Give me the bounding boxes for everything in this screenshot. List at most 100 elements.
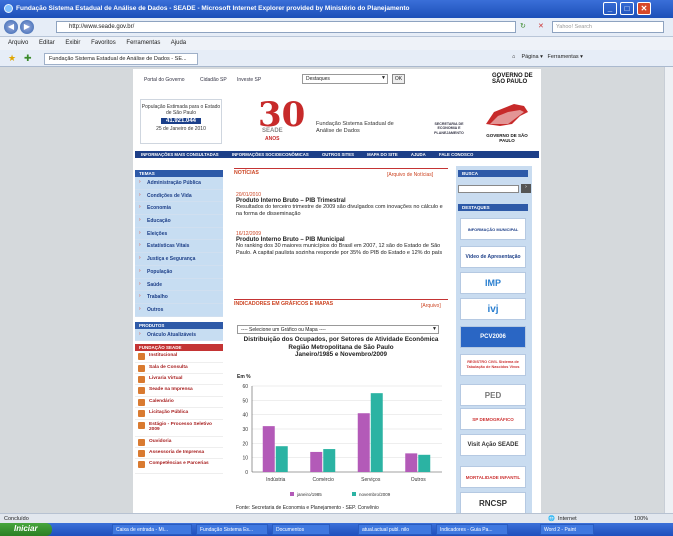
menu-ferramentas[interactable]: Ferramentas xyxy=(126,40,160,46)
destaque-banner[interactable]: IMP xyxy=(460,272,526,294)
sidebar-item-outros[interactable]: Outros xyxy=(135,303,223,317)
estagio-icon xyxy=(138,421,145,429)
taskbar-item[interactable]: Indicadores - Guia Pa... xyxy=(436,524,508,535)
sidebar-item-sala-consulta[interactable]: Sala de Consulta xyxy=(135,363,223,375)
sidebar-item-economia[interactable]: Economia xyxy=(135,202,223,216)
sidebar-item-institucional[interactable]: Institucional xyxy=(135,351,223,363)
arquivo-link[interactable]: [Arquivo] xyxy=(421,303,441,309)
globe-icon: 🌐 xyxy=(548,516,555,522)
sidebar-item-assessoria[interactable]: Assessoria de Imprensa xyxy=(135,448,223,460)
menu-exibir[interactable]: Exibir xyxy=(65,40,80,46)
institucional-label: Institucional xyxy=(149,353,178,359)
taskbar-item[interactable]: Fundação Sistema Es... xyxy=(196,524,268,535)
home-icon[interactable]: ⌂ xyxy=(512,54,515,60)
ok-button[interactable]: OK xyxy=(392,74,405,84)
close-button[interactable]: ✕ xyxy=(637,2,651,15)
imprensa-label: Seade na Imprensa xyxy=(149,387,193,393)
legend-swatch xyxy=(290,492,294,496)
destaque-banner[interactable]: PCV2006 xyxy=(460,326,526,348)
sidebar-item-eleicoes[interactable]: Eleições xyxy=(135,227,223,241)
destaque-banner[interactable]: SP DEMOGRÁFICO xyxy=(460,408,526,430)
start-button[interactable]: Iniciar xyxy=(0,523,52,536)
sidebar-item-ouvidoria[interactable]: Ouvidoria xyxy=(135,437,223,448)
chart-period: Janeiro/1985 e Novembro/2009 xyxy=(294,351,388,358)
nav-mapa-site[interactable]: MAPA DO SITE xyxy=(367,152,398,157)
arquivo-noticias-link[interactable]: [Arquivo de Notícias] xyxy=(387,172,433,178)
taskbar-item[interactable]: Caixa de entrada - Mi... xyxy=(112,524,192,535)
sidebar-item-condicoes-vida[interactable]: Condições de Vida xyxy=(135,189,223,203)
destaque-banner[interactable]: REGISTRO CIVIL Sistema de Tabulação de N… xyxy=(460,354,526,376)
governo-sp-logo[interactable]: GOVERNO DE SÃO PAULO xyxy=(492,73,536,85)
menu-ajuda[interactable]: Ajuda xyxy=(171,40,186,46)
refresh-icon[interactable]: ↻ xyxy=(520,22,526,30)
sidebar-item-licitacao[interactable]: Licitação Pública xyxy=(135,408,223,420)
forward-button[interactable]: ▶ xyxy=(20,20,34,34)
sidebar-item-imprensa[interactable]: Seade na Imprensa xyxy=(135,385,223,397)
add-favorite-icon[interactable]: ✚ xyxy=(24,53,32,64)
bar xyxy=(310,451,323,472)
sidebar-item-saude[interactable]: Saúde xyxy=(135,278,223,292)
sidebar-item-educacao[interactable]: Educação xyxy=(135,215,223,228)
nav-outros-sites[interactable]: OUTROS SITES xyxy=(322,152,354,157)
noticias-rule xyxy=(234,168,448,169)
page-menu[interactable]: Página xyxy=(521,54,538,60)
back-button[interactable]: ◀ xyxy=(4,20,18,34)
nav-ajuda[interactable]: AJUDA xyxy=(411,152,426,157)
taskbar-item[interactable]: Word 2 - Paint xyxy=(540,524,594,535)
menu-editar[interactable]: Editar xyxy=(39,40,55,46)
destaque-banner[interactable]: INFORMAÇÃO MUNICIPAL xyxy=(460,218,526,240)
address-input[interactable]: http://www.seade.gov.br/ xyxy=(56,21,516,33)
destaque-banner[interactable]: RNCSP xyxy=(460,492,526,514)
vertical-scrollbar[interactable] xyxy=(664,67,673,513)
destaque-banner[interactable]: ivj xyxy=(460,298,526,320)
menu-arquivo[interactable]: Arquivo xyxy=(8,40,28,46)
x-tick-label: Serviços xyxy=(361,477,381,483)
sidebar-item-justica[interactable]: Justiça e Segurança xyxy=(135,253,223,266)
population-box: População Estimada para o Estado de São … xyxy=(140,99,222,144)
sidebar-item-estagio[interactable]: Estágio - Processo Seletivo 2009 xyxy=(135,420,223,437)
chart-source: Fonte: Secretaria de Economia e Planejam… xyxy=(236,505,379,511)
maximize-button[interactable]: □ xyxy=(620,2,634,15)
sidebar-item-populacao[interactable]: População xyxy=(135,265,223,279)
nav-fale-conosco[interactable]: FALE CONOSCO xyxy=(439,152,473,157)
zoom-level[interactable]: 100% xyxy=(634,516,648,522)
destaques-select[interactable]: Destaques ▼ xyxy=(302,74,388,84)
ouvidoria-label: Ouvidoria xyxy=(149,438,172,444)
busca-input[interactable] xyxy=(458,185,519,193)
command-bar: ⌂ Página ▾ Ferramentas ▾ xyxy=(512,54,583,60)
licitacao-icon xyxy=(138,410,145,418)
sidebar-item-trabalho[interactable]: Trabalho xyxy=(135,291,223,304)
sidebar-item-calendario[interactable]: Calendário xyxy=(135,397,223,409)
taskbar-item[interactable]: atual.actual publ. nilo xyxy=(358,524,432,535)
stop-icon[interactable]: ✕ xyxy=(538,22,544,30)
sidebar-item-livraria[interactable]: Livraria Virtual xyxy=(135,374,223,386)
destaque-banner[interactable]: PED xyxy=(460,384,526,406)
busca-button[interactable]: › xyxy=(521,184,531,193)
destaque-banner[interactable]: Vídeo de Apresentação xyxy=(460,246,526,268)
search-input[interactable]: Yahoo! Search xyxy=(552,21,664,33)
nav-socioeconomicas[interactable]: INFORMAÇÕES SOCIOECONÔMICAS xyxy=(232,152,309,157)
sidebar-item-produtos[interactable]: Oráculo Atualizáveis xyxy=(135,328,223,342)
sidebar-item-estatisticas-vitais[interactable]: Estatísticas Vitais xyxy=(135,240,223,254)
menu-favoritos[interactable]: Favoritos xyxy=(91,40,116,46)
nav-mais-consultadas[interactable]: INFORMAÇÕES MAIS CONSULTADAS xyxy=(141,152,219,157)
taskbar-item[interactable]: Documentos xyxy=(272,524,330,535)
x-tick-label: Outros xyxy=(411,477,427,483)
tools-menu[interactable]: Ferramentas xyxy=(547,54,578,60)
link-portal-governo[interactable]: Portal do Governo xyxy=(144,77,185,83)
destaque-banner[interactable]: Visit Ação SEADE xyxy=(460,434,526,456)
sidebar-item-administracao[interactable]: Administração Pública xyxy=(135,177,223,190)
destaque-banner[interactable]: MORTALIDADE INFANTIL xyxy=(460,466,526,488)
legend-label: novembro/2009 xyxy=(359,492,391,497)
browser-tab[interactable]: Fundação Sistema Estadual de Análise de … xyxy=(44,53,198,65)
sidebar-item-competencias[interactable]: Competências e Parcerias xyxy=(135,459,223,475)
bar xyxy=(275,446,288,472)
window-title-bar: Fundação Sistema Estadual de Análise de … xyxy=(0,0,673,18)
link-investe-sp[interactable]: Investe SP xyxy=(237,77,261,83)
bar xyxy=(357,413,370,472)
minimize-button[interactable]: _ xyxy=(603,2,617,15)
favorites-star-icon[interactable]: ★ xyxy=(8,53,16,64)
link-cidadao-sp[interactable]: Cidadão SP xyxy=(200,77,227,83)
grafico-select[interactable]: ---- Selecione um Gráfico ou Mapa ---- ▼ xyxy=(237,325,439,334)
menu-bar: Arquivo Editar Exibir Favoritos Ferramen… xyxy=(0,37,673,50)
